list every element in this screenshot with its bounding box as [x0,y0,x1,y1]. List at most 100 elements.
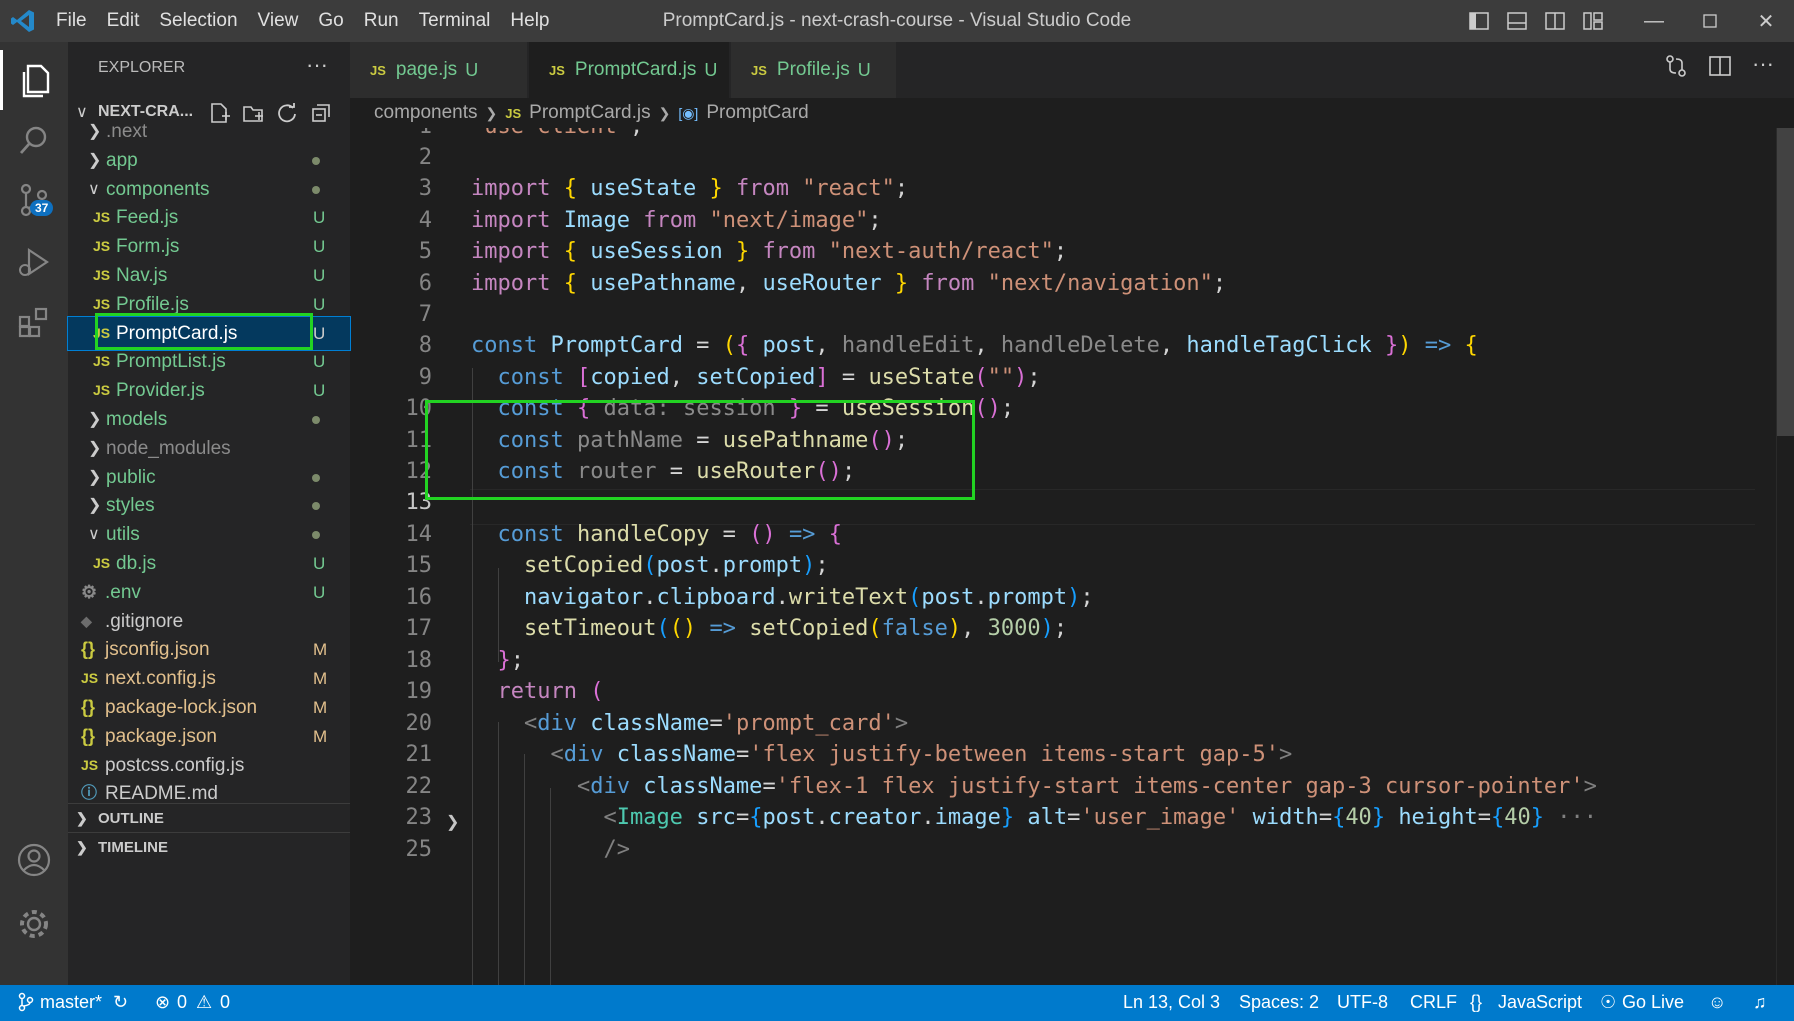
code-line-15: setCopied(post.prompt); [523,553,829,578]
accounts-icon[interactable] [0,830,68,890]
run-debug-icon[interactable] [0,232,68,292]
error-icon[interactable]: ⊗ [155,992,170,1013]
menu-file[interactable]: File [46,0,97,42]
line-number: 14 [405,522,433,547]
maximize-icon[interactable] [1682,0,1738,42]
tab-promptcard-js[interactable]: JSPromptCard.jsU✕ [529,42,750,98]
line-ending[interactable]: CRLF [1410,992,1457,1013]
status-dot-icon [312,185,320,194]
line-number: 12 [405,459,433,484]
tab-page-js[interactable]: JS page.js U [350,42,527,98]
go-live-button[interactable]: Go Live [1622,992,1684,1013]
line-number: 11 [405,428,433,453]
code-line-21: <div className='flex justify-between ite… [550,742,1293,767]
menu-view[interactable]: View [248,0,309,42]
status-dot-icon [312,416,320,424]
code-line-22: <div className='flex-1 flex justify-star… [576,774,1597,799]
explorer-title: EXPLORER [98,59,186,76]
js-file-icon: JS [505,105,522,121]
line-number: 21 [405,742,433,767]
status-dot-icon [312,502,320,511]
menu-terminal[interactable]: Terminal [409,0,501,42]
sync-icon[interactable]: ↻ [113,992,128,1013]
minimize-icon[interactable]: — [1626,0,1682,42]
line-number: 20 [405,711,433,736]
extensions-icon[interactable] [0,292,68,352]
warning-count[interactable]: 0 [220,992,230,1013]
code-line-23: <Image src={post.creator.image} alt='use… [603,805,1598,830]
menu-go[interactable]: Go [308,0,353,42]
tab-profile-js[interactable]: JS Profile.js U [731,42,896,98]
split-editor-icon[interactable] [1708,54,1732,83]
code-line-20: <div className='prompt_card'> [523,711,909,736]
indentation[interactable]: Spaces: 2 [1239,992,1319,1013]
code-line-18: }; [497,648,525,673]
branch-name[interactable]: master* [40,992,102,1013]
code-line-19: return ( [497,679,604,704]
line-number: 3 [418,176,432,201]
broadcast-icon: ☉ [1600,992,1617,1012]
code-line-8: const PromptCard = ({ post, handleEdit, … [471,333,1478,358]
line-number: 13 [405,490,433,515]
cursor-position[interactable]: Ln 13, Col 3 [1123,992,1220,1013]
line-number: 10 [405,396,433,421]
line-number: 1 [350,128,432,139]
code-line-16: navigator.clipboard.writeText(post.promp… [523,585,1094,610]
timeline-title: TIMELINE [98,839,168,856]
more-actions-icon[interactable]: ··· [1752,53,1774,83]
line-number: 19 [405,679,433,704]
breadcrumb-symbol[interactable]: PromptCard [706,102,808,124]
explorer-more-icon[interactable]: ··· [306,52,328,78]
line-number: 17 [405,616,433,641]
warning-icon[interactable]: ⚠ [196,992,212,1013]
menu-help[interactable]: Help [500,0,559,42]
explorer-icon[interactable] [0,50,68,110]
toggle-secondary-sidebar-icon[interactable] [1536,0,1574,42]
chevron-right-icon: ❯ [658,104,671,121]
chevron-right-icon: ❯ [76,839,88,855]
js-file-icon: JS [751,62,767,78]
explorer-sidebar: EXPLORER ··· ∨ NEXT-CRA... ❯ .next ❯ app ∨ co… [67,42,351,985]
code-editor[interactable]: 123456789101112131415161718192021222325 … [350,128,1775,985]
status-dot-icon [312,531,320,540]
error-count[interactable]: 0 [177,992,187,1013]
line-number: 6 [418,271,432,296]
code-line-17: setTimeout(() => setCopied(false), 3000)… [523,616,1068,641]
close-window-icon[interactable]: ✕ [1738,0,1794,42]
line-number: 25 [405,837,433,862]
breadcrumb-folder[interactable]: components [374,102,478,124]
scrollbar-thumb[interactable] [1777,128,1794,436]
editor-tab-bar: JSpage.jsU JSPromptCard.jsU✕ JSProfile.j… [350,42,1794,98]
chevron-right-icon: ❯ [485,104,498,121]
title-bar: File Edit Selection View Go Run Terminal Help P… [0,0,1794,42]
line-number: 15 [405,553,433,578]
code-line-14: const handleCopy = () => { [497,522,842,547]
menu-run[interactable]: Run [354,0,409,42]
manage-gear-icon[interactable] [0,894,68,954]
fold-chevron-icon[interactable]: ❯ [446,812,459,832]
highlight-box-code [425,400,975,500]
timeline-section[interactable]: ❯ TIMELINE [68,832,350,865]
search-icon[interactable] [0,110,68,170]
menu-selection[interactable]: Selection [149,0,247,42]
open-changes-icon[interactable] [1664,54,1688,83]
code-line-5: import { useSession } from "next-auth/re… [471,239,1068,264]
braces-icon: {} [1470,992,1483,1012]
menu-bar: File Edit Selection View Go Run Terminal Help [46,0,560,42]
js-file-icon: JS [549,62,565,78]
notifications-bell-icon[interactable]: ♫ [1753,992,1767,1013]
toggle-panel-icon[interactable] [1498,0,1536,42]
breadcrumb-file[interactable]: PromptCard.js [529,102,650,124]
js-file-icon: JS [370,62,386,78]
feedback-icon[interactable]: ☺ [1708,992,1726,1013]
encoding[interactable]: UTF-8 [1337,992,1388,1013]
customize-layout-icon[interactable] [1574,0,1612,42]
source-control-icon[interactable]: 37 [0,170,68,230]
symbol-variable-icon: [◉] [678,104,699,121]
language-mode[interactable]: JavaScript [1498,992,1582,1013]
branch-icon[interactable] [18,992,34,1017]
menu-edit[interactable]: Edit [97,0,150,42]
code-line-3: import { useState } from "react"; [471,176,909,201]
line-number: 18 [405,648,433,673]
toggle-primary-sidebar-icon[interactable] [1460,0,1498,42]
